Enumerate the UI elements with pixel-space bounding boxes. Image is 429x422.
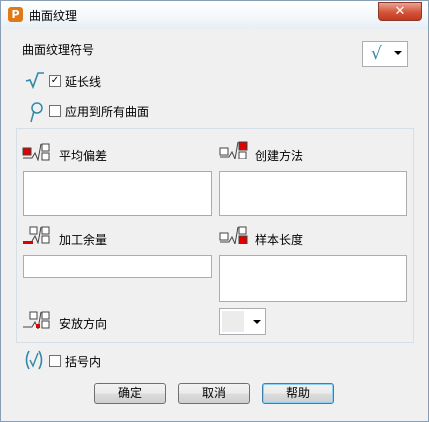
chevron-down-icon (394, 51, 402, 55)
cancel-button[interactable]: 取消 (178, 383, 250, 404)
machining-allowance-label: 加工余量 (59, 233, 108, 247)
creation-method-position-icon (219, 141, 248, 159)
machining-allowance-field[interactable] (23, 255, 212, 278)
sampling-length-field[interactable] (219, 255, 407, 302)
chevron-down-icon (253, 320, 261, 324)
bracket-checkbox[interactable] (49, 355, 61, 367)
apply-all-label: 应用到所有曲面 (65, 105, 150, 119)
surface-texture-symbol-icon: √ (371, 44, 382, 64)
lay-direction-value (222, 311, 244, 332)
sampling-length-label: 样本长度 (255, 233, 304, 247)
bracket-label: 括号内 (65, 355, 102, 369)
dialog-window: P 曲面纹理 ✕ 曲面纹理符号 √ ✓ 延长线 应用到所有曲面 平均偏差 创建方… (0, 0, 429, 422)
symbol-select[interactable]: √ (362, 41, 408, 67)
window-title: 曲面纹理 (29, 9, 78, 23)
extend-line-icon (25, 71, 45, 92)
close-button[interactable]: ✕ (378, 2, 422, 21)
creation-method-label: 创建方法 (255, 149, 304, 163)
extend-line-label: 延长线 (65, 75, 102, 89)
apply-all-checkbox[interactable] (49, 105, 61, 117)
bracket-symbol-icon (23, 349, 45, 374)
sampling-length-position-icon (219, 226, 248, 244)
extend-line-checkbox[interactable]: ✓ (49, 75, 61, 87)
app-icon: P (8, 7, 23, 22)
lay-direction-select[interactable] (219, 308, 266, 335)
machining-allowance-position-icon (23, 226, 50, 244)
average-deviation-position-icon (22, 143, 50, 161)
title-bar[interactable]: P 曲面纹理 ✕ (1, 1, 428, 29)
lay-direction-position-icon (23, 311, 50, 329)
ok-button[interactable]: 确定 (94, 383, 166, 404)
lay-direction-label: 安放方向 (59, 317, 108, 331)
creation-method-field[interactable] (219, 171, 407, 216)
average-deviation-field[interactable] (23, 171, 212, 216)
help-button[interactable]: 帮助 (262, 383, 334, 404)
surface-icon (27, 101, 45, 126)
symbol-section-label: 曲面纹理符号 (22, 43, 95, 57)
average-deviation-label: 平均偏差 (59, 149, 108, 163)
